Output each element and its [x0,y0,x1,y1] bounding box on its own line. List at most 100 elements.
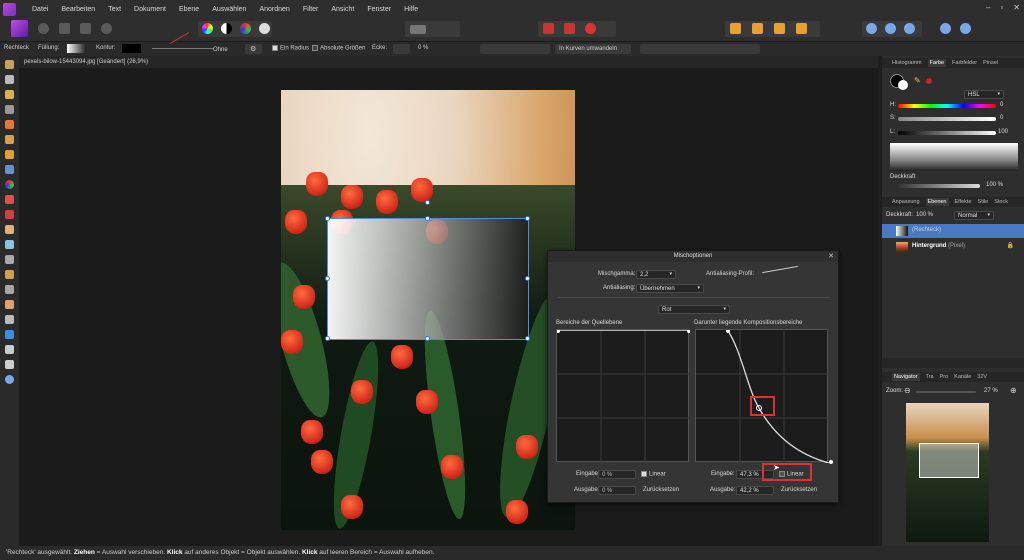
assistant-icon[interactable] [585,23,596,34]
color-preview[interactable] [890,143,1018,171]
liquify-persona-icon[interactable] [38,23,49,34]
crop-tool-icon[interactable] [5,105,14,114]
secondary-color-icon[interactable] [898,80,908,90]
color-model-select[interactable]: HSL ▾ [964,90,1004,99]
zoom-slider[interactable] [916,391,976,393]
menu-text[interactable]: Text [108,6,121,13]
rectangle-tool-icon[interactable] [5,330,14,339]
menu-ansicht[interactable]: Ansicht [331,6,354,13]
tab-effects[interactable]: Effekte [955,199,972,205]
left-output-field[interactable]: 0 % [598,486,636,495]
curve-end-handle[interactable] [829,460,833,464]
left-linear-checkbox[interactable] [641,471,647,477]
zoom-value[interactable]: 27 % [984,388,998,394]
opacity-value[interactable]: 100 % [986,182,1003,188]
transform-buttons[interactable] [480,44,550,54]
flood-fill-tool-icon[interactable] [5,165,14,174]
left-reset-button[interactable]: Zurücksetzen [643,487,679,493]
handle-bottom-right[interactable] [525,336,530,341]
photo-persona-icon[interactable] [11,20,28,37]
handle-top[interactable] [425,216,430,221]
left-input-field[interactable]: 0 % [598,470,636,479]
move-tool-icon[interactable] [5,75,14,84]
hand-tool-icon[interactable] [5,60,14,69]
tab-32v[interactable]: 32V [977,374,987,380]
menu-anordnen[interactable]: Anordnen [259,6,289,13]
zoom-out-icon[interactable]: ⊖ [904,386,911,395]
absolute-sizes-checkbox[interactable] [312,45,318,51]
absolute-sizes-toggle[interactable]: Absolute Größen [312,45,365,52]
add-icon[interactable] [866,23,877,34]
menu-ebene[interactable]: Ebene [179,6,199,13]
antialias-select[interactable]: Übernehmen ▾ [636,284,704,293]
right-output-field[interactable]: 42,2 % [736,486,774,495]
arrange-back-icon[interactable] [774,23,785,34]
rotation-handle[interactable] [425,200,430,205]
no-color-icon[interactable] [926,78,932,84]
hue-slider[interactable] [898,104,996,108]
grid-icon[interactable] [564,23,575,34]
text-tool-icon[interactable] [5,345,14,354]
export-persona-icon[interactable] [101,23,112,34]
selection-brush-tool-icon[interactable] [5,120,14,129]
tab-layers[interactable]: Ebenen [925,198,949,206]
handle-top-left[interactable] [325,216,330,221]
tab-navigator[interactable]: Navigator [892,373,920,381]
eyedropper-icon[interactable]: ✎ [914,76,921,85]
radius-toggle[interactable]: Ein Radius [272,45,309,52]
red-eye-tool-icon[interactable] [5,285,14,294]
erase-tool-icon[interactable] [5,225,14,234]
tab-channels[interactable]: Kanäle [954,374,971,380]
paint-brush-tool-icon[interactable] [5,195,14,204]
antialias-profile-curve[interactable] [762,265,798,274]
handle-left[interactable] [325,276,330,281]
hsl-icon[interactable] [240,23,251,34]
quick-mask-icon[interactable] [410,25,426,34]
blend-mode-select[interactable]: Normal ▾ [954,211,994,220]
fill-swatch[interactable] [67,44,86,53]
corner-value[interactable]: 0 % [418,45,428,51]
arrange-backmost-icon[interactable] [796,23,807,34]
gear-button[interactable]: ⚙ [245,44,262,54]
pen-tool-icon[interactable] [5,315,14,324]
blemish-tool-icon[interactable] [5,270,14,279]
zoom-tool-icon[interactable] [5,375,14,384]
arrange-forward-icon[interactable] [752,23,763,34]
white-balance-icon[interactable] [259,23,270,34]
tab-stock[interactable]: Stock [994,199,1008,205]
color-wheel-icon[interactable] [202,23,213,34]
tab-protocol[interactable]: Pro [940,374,949,380]
s-value[interactable]: 0 [1000,115,1003,121]
tab-swatches[interactable]: Farbfelder [952,60,977,66]
maximize-icon[interactable]: ▫ [1000,3,1003,12]
clone-tool-icon[interactable] [5,255,14,264]
tab-transform[interactable]: Tra [926,374,934,380]
stroke-swatch[interactable] [122,44,141,53]
layer-opacity-value[interactable]: 100 % [916,212,933,218]
layer-row-background[interactable]: Hintergrund (Pixel) 🔒 [882,240,1024,254]
navigator-viewport[interactable] [919,443,979,478]
menu-auswaehlen[interactable]: Auswählen [212,6,246,13]
dodge-tool-icon[interactable] [5,240,14,249]
tab-brushes[interactable]: Pinsel [983,60,998,66]
zoom-in-icon[interactable]: ⊕ [1010,386,1017,395]
levels-icon[interactable] [221,23,232,34]
flood-select-tool-icon[interactable] [5,135,14,144]
smudge-tool-icon[interactable] [5,300,14,309]
align-buttons[interactable] [640,44,760,54]
minimize-icon[interactable]: – [986,3,990,12]
tab-color[interactable]: Farbe [927,59,947,67]
h-value[interactable]: 0 [1000,102,1003,108]
snapping-icon[interactable] [543,23,554,34]
handle-right[interactable] [525,276,530,281]
l-value[interactable]: 100 [998,129,1008,135]
arrange-front-icon[interactable] [730,23,741,34]
menu-fenster[interactable]: Fenster [367,6,391,13]
color-replacement-tool-icon[interactable] [5,210,14,219]
tab-histogram[interactable]: Histogramm [892,60,922,66]
channel-select[interactable]: Rot ▾ [658,305,730,314]
menu-datei[interactable]: Datei [32,6,48,13]
develop-persona-icon[interactable] [59,23,70,34]
handle-bottom-left[interactable] [325,336,330,341]
mesh-warp-tool-icon[interactable] [5,360,14,369]
